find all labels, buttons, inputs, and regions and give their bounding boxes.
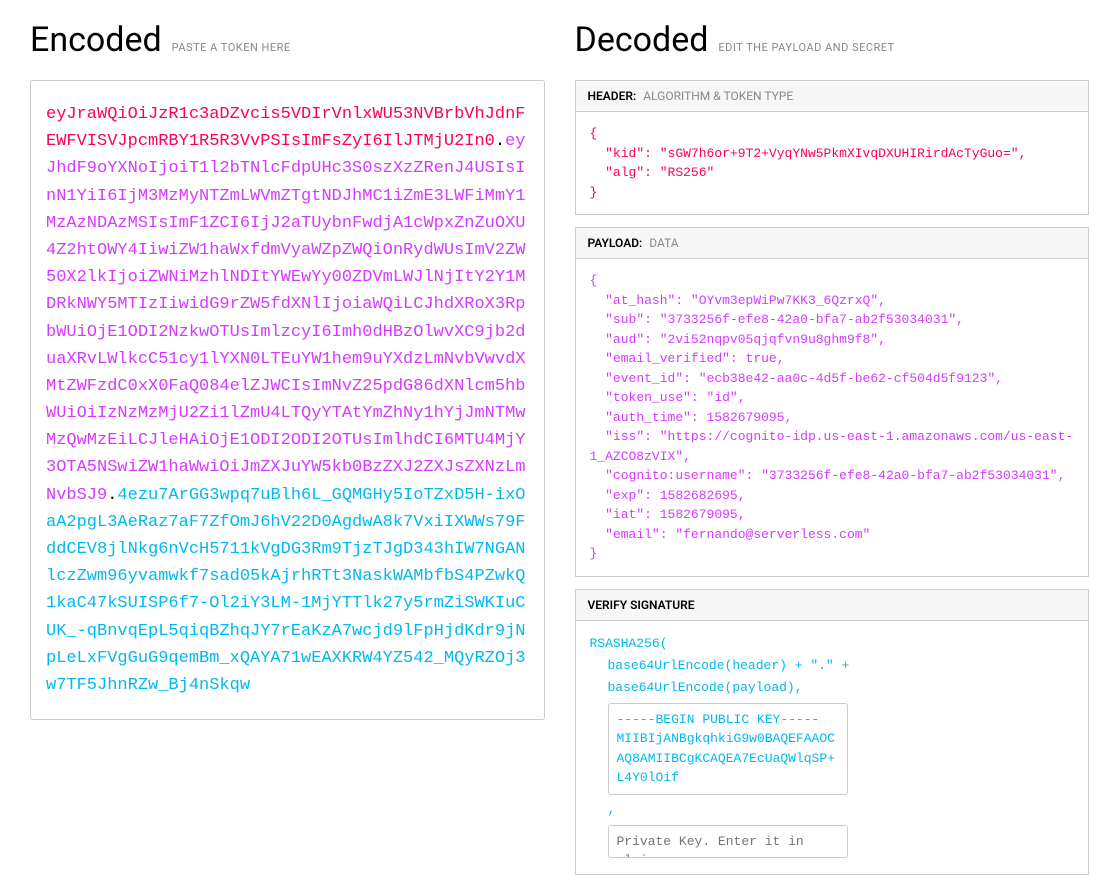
payload-section-label: PAYLOAD:	[588, 236, 643, 250]
header-json-body[interactable]: { "kid": "sGW7h6or+9T2+VyqYNw5PkmXIvqDXU…	[575, 111, 1090, 215]
encoded-heading: Encoded PASTE A TOKEN HERE	[30, 20, 545, 60]
decoded-column: Decoded EDIT THE PAYLOAD AND SECRET HEAD…	[575, 20, 1090, 875]
token-signature-segment: 4ezu7ArGG3wpq7uBlh6L_GQMGHy5IoTZxD5H-ixO…	[46, 486, 526, 695]
encoded-panel: eyJraWQiOiJzR1c3aDZvcis5VDIrVnlxWU53NVBr…	[30, 80, 545, 720]
signature-body: RSASHA256( base64UrlEncode(header) + "."…	[575, 620, 1090, 876]
header-section-bar: HEADER: ALGORITHM & TOKEN TYPE	[575, 80, 1090, 111]
sig-line1: base64UrlEncode(header) + "." +	[608, 655, 1075, 677]
sig-fn: RSASHA256(	[590, 633, 1075, 655]
private-key-input[interactable]	[608, 825, 848, 859]
encoded-hint: PASTE A TOKEN HERE	[172, 41, 291, 54]
payload-json-body[interactable]: { "at_hash": "OYvm3epWiPw7KK3_6QzrxQ", "…	[575, 258, 1090, 577]
token-dot-2: .	[107, 486, 117, 505]
header-json: { "kid": "sGW7h6or+9T2+VyqYNw5PkmXIvqDXU…	[590, 124, 1075, 202]
decoded-heading: Decoded EDIT THE PAYLOAD AND SECRET	[575, 20, 1090, 60]
token-payload-segment: eyJhdF9oYXNoIjoiT1l2bTNlcFdpUHc3S0szXzZR…	[46, 132, 525, 504]
sig-comma: ,	[608, 802, 616, 817]
sig-line2: base64UrlEncode(payload),	[608, 677, 1075, 699]
decoded-hint: EDIT THE PAYLOAD AND SECRET	[718, 41, 894, 54]
token-dot-1: .	[495, 132, 505, 151]
encoded-column: Encoded PASTE A TOKEN HERE eyJraWQiOiJzR…	[30, 20, 545, 875]
signature-section-label: VERIFY SIGNATURE	[588, 598, 695, 612]
header-section-label: HEADER:	[588, 89, 637, 103]
public-key-input[interactable]	[608, 703, 848, 795]
decoded-title: Decoded	[575, 20, 709, 60]
header-section-sublabel: ALGORITHM & TOKEN TYPE	[643, 89, 793, 103]
token-header-segment: eyJraWQiOiJzR1c3aDZvcis5VDIrVnlxWU53NVBr…	[46, 105, 525, 151]
payload-json: { "at_hash": "OYvm3epWiPw7KK3_6QzrxQ", "…	[590, 271, 1075, 564]
signature-section-bar: VERIFY SIGNATURE	[575, 589, 1090, 620]
payload-section-sublabel: DATA	[649, 236, 678, 250]
payload-section-bar: PAYLOAD: DATA	[575, 227, 1090, 258]
encoded-token-area[interactable]: eyJraWQiOiJzR1c3aDZvcis5VDIrVnlxWU53NVBr…	[31, 81, 544, 719]
encoded-title: Encoded	[30, 20, 162, 60]
